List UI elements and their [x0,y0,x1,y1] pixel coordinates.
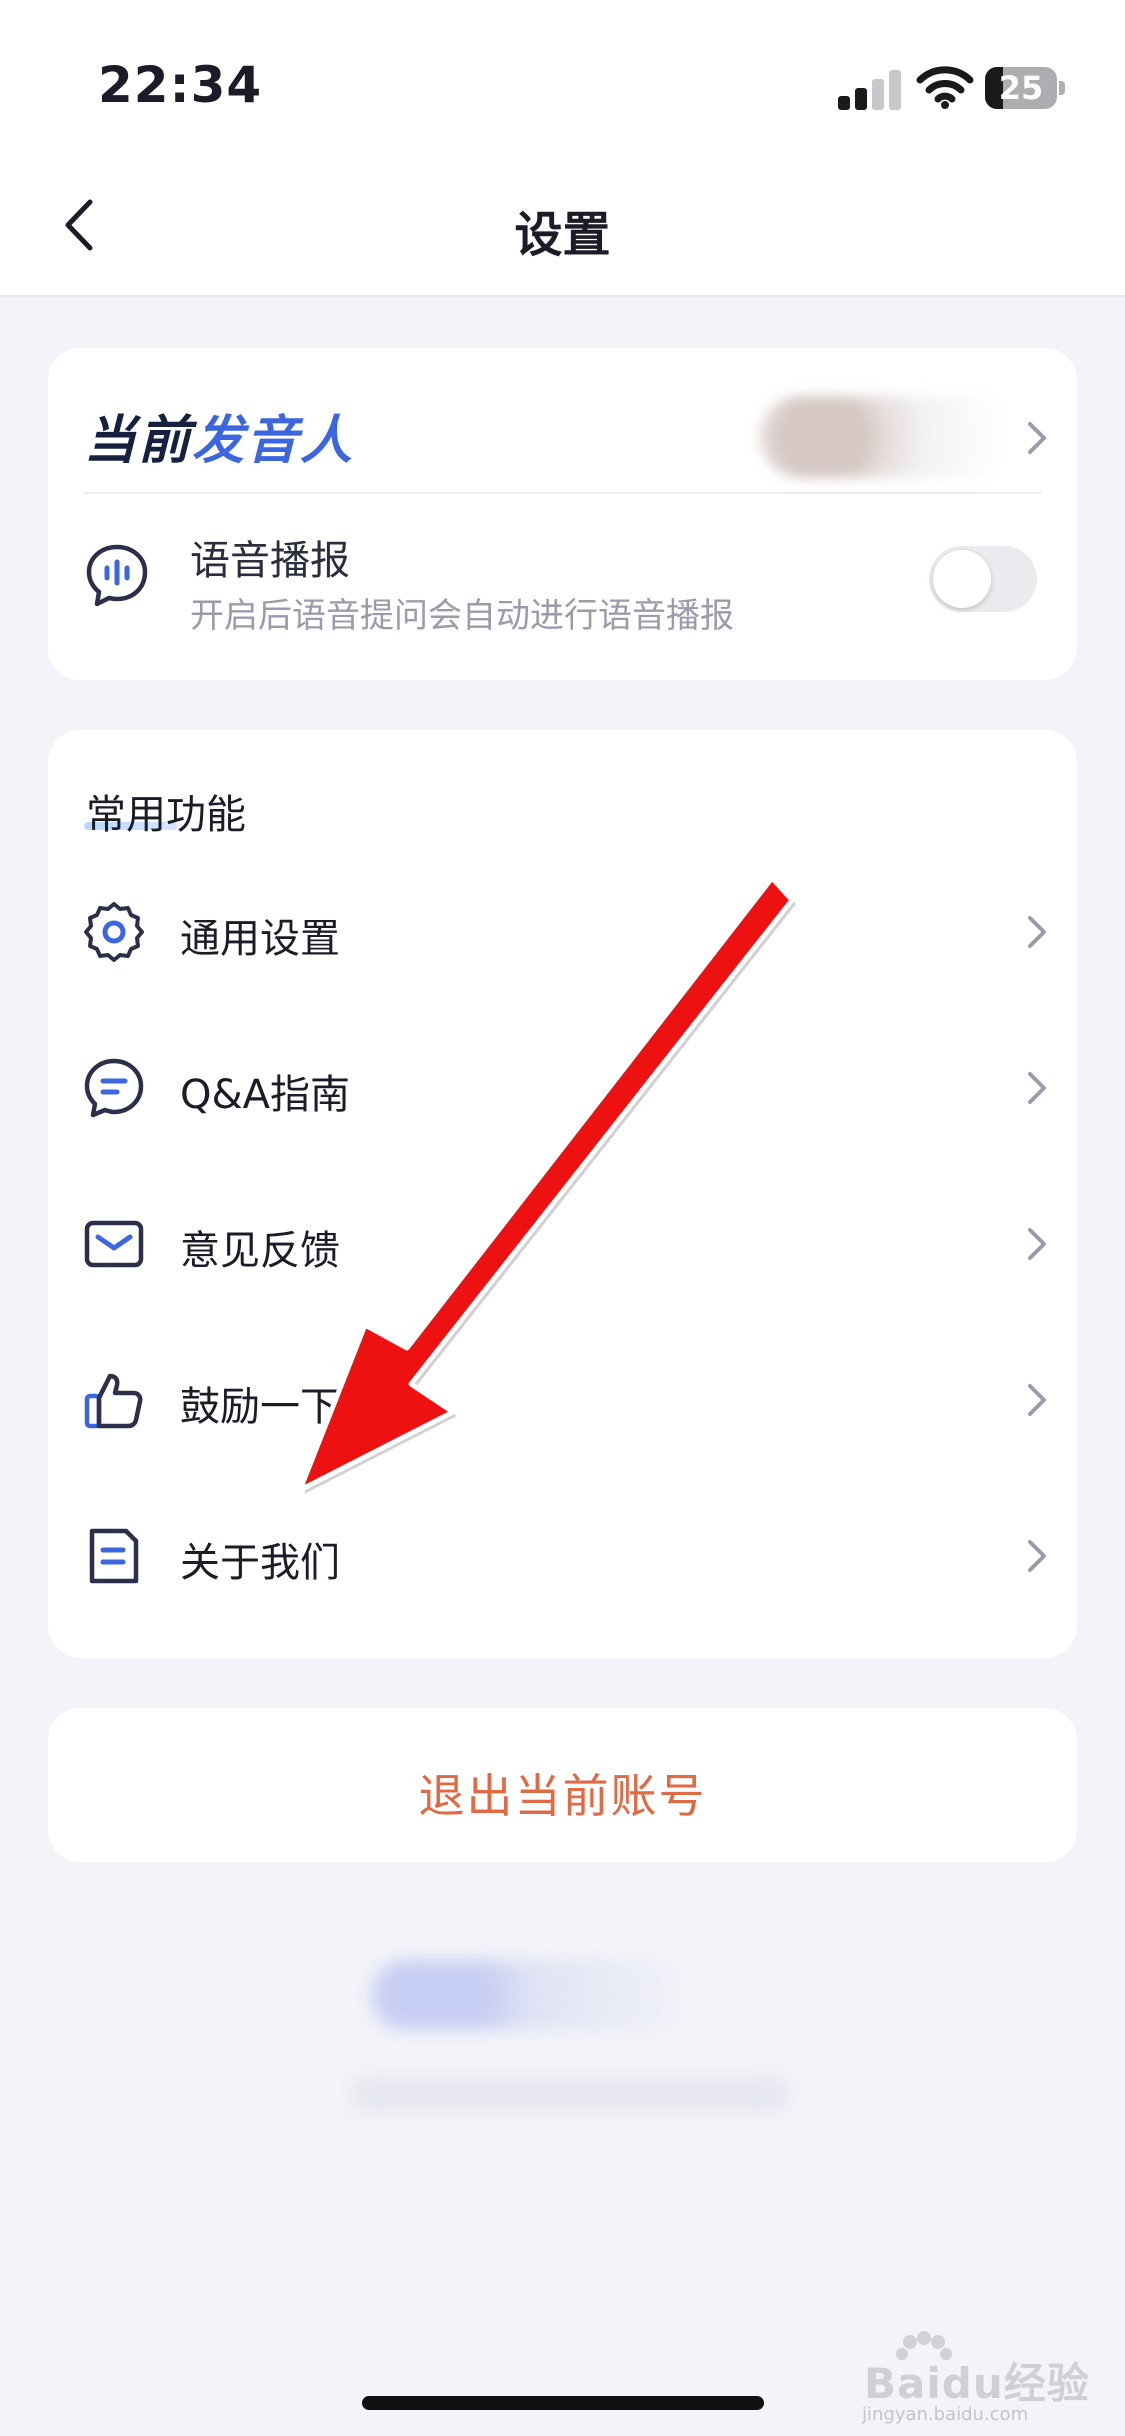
chevron-right-icon [1028,916,1046,948]
menu-item-qa-guide[interactable]: Q&A指南 [48,1028,1077,1148]
menu-item-label: 通用设置 [180,916,340,962]
battery-indicator: 25 [985,67,1065,109]
chevron-right-icon [1028,1540,1046,1572]
menu-item-label: 意见反馈 [180,1228,340,1274]
thumbs-up-icon [84,1373,143,1429]
status-time: 22:34 [98,56,263,114]
cellular-signal-icon [838,68,901,110]
menu-item-about-us[interactable]: 关于我们 [48,1496,1077,1616]
menu-item-label: 鼓励一下 [180,1384,340,1430]
wifi-icon [916,66,974,109]
chevron-right-icon [1028,1228,1046,1260]
watermark-brand: Baidu经验 [864,2359,1090,2408]
divider [84,492,1042,494]
gear-icon [84,902,144,962]
current-speaker-label-part2: 发音人 [192,411,355,471]
menu-item-label: Q&A指南 [180,1072,351,1118]
section-title: 常用功能 [86,792,246,838]
logout-button[interactable]: 退出当前账号 [48,1760,1077,1826]
menu-item-general-settings[interactable]: 通用设置 [48,872,1077,992]
watermark-url: jingyan.baidu.com [862,2404,1029,2425]
mail-icon [84,1220,144,1268]
chat-bubble-icon [84,1058,144,1118]
voice-broadcast-toggle[interactable] [929,546,1037,612]
voice-broadcast-title: 语音播报 [190,538,350,584]
speaker-name-blurred [760,396,1050,478]
chevron-right-icon[interactable] [1024,418,1050,458]
page-title: 设置 [514,207,611,263]
toggle-knob [933,550,991,608]
footer-logo-blurred [370,1960,750,2030]
menu-item-encourage[interactable]: 鼓励一下 [48,1340,1077,1460]
top-bar: 22:34 25 设置 [0,0,1125,297]
current-speaker-label-part1: 当前 [84,411,193,471]
current-speaker-label[interactable]: 当前发音人 [84,398,354,473]
common-functions-card: 常用功能 通用设置 Q&A指南 意见反馈 鼓励一下 关于我们 [48,730,1077,1658]
document-icon [89,1528,139,1584]
speaker-card: 当前发音人 语音播报 开启后语音提问会自动进行语音播报 [48,348,1077,680]
home-indicator[interactable] [362,2396,764,2410]
menu-item-feedback[interactable]: 意见反馈 [48,1184,1077,1304]
voice-broadcast-subtitle: 开启后语音提问会自动进行语音播报 [190,596,734,636]
chevron-right-icon [1028,1384,1046,1416]
footer-text-blurred [350,2076,790,2112]
settings-screen: 22:34 25 设置 当前发音人 语音播报 开启后语音提问会自动进行语音播报 … [0,0,1125,2436]
battery-level: 25 [998,69,1044,107]
chevron-right-icon [1028,1072,1046,1104]
menu-item-label: 关于我们 [180,1540,340,1586]
voice-broadcast-icon [86,544,148,607]
logout-card[interactable]: 退出当前账号 [48,1708,1077,1862]
